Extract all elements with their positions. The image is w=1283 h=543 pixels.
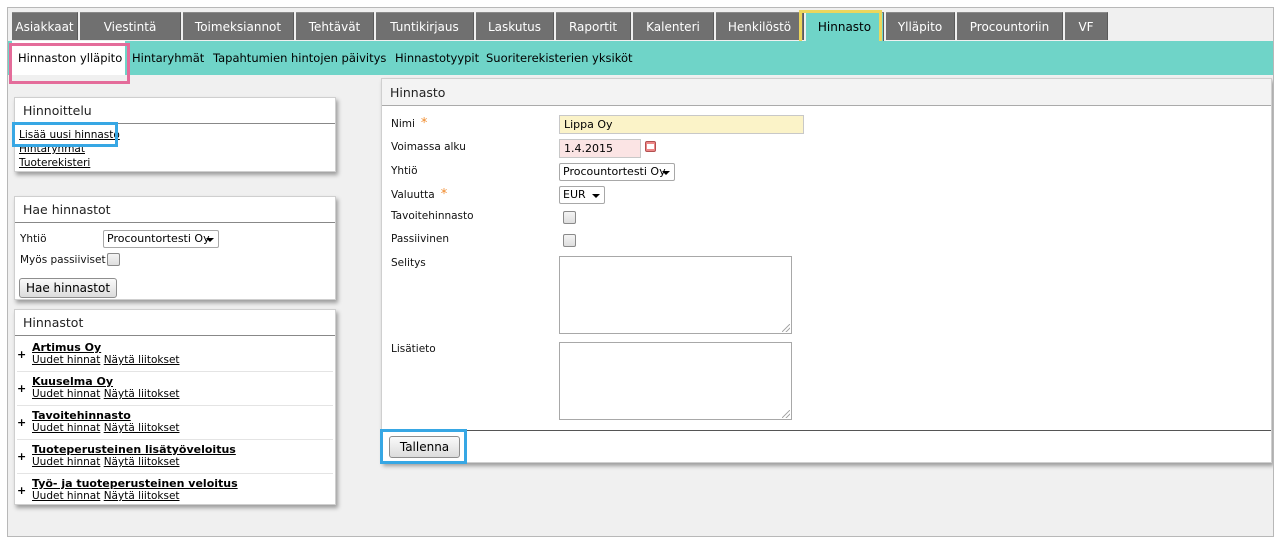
target-pricelist-label: Tavoitehinnasto [391,210,474,222]
currency-label: Valuutta * [391,187,448,202]
add-new-pricelist-link[interactable]: Lisää uusi hinnasto [19,129,120,141]
subnav-hintaryhmat[interactable]: Hintaryhmät [132,41,204,75]
search-panel-title: Hae hinnastot [15,197,335,223]
sub-navigation: Hinnaston ylläpito Hintaryhmät Tapahtumi… [8,41,1273,75]
required-icon: * [420,116,428,131]
resize-grip-icon[interactable] [782,410,790,418]
tab-asiakkaat[interactable]: Asiakkaat [12,12,78,40]
product-register-link[interactable]: Tuoterekisteri [19,157,90,169]
required-icon: * [440,187,448,202]
pricelist-name[interactable]: Tavoitehinnasto [32,409,131,422]
subnav-hinnaston-yllapito[interactable]: Hinnaston ylläpito [12,41,125,75]
new-prices-link[interactable]: Uudet hinnat [32,422,100,434]
company-form-select[interactable]: Procountortesti Oy [559,163,675,181]
tab-toimeksiannot[interactable]: Toimeksiannot [183,12,294,40]
valid-from-label: Voimassa alku [391,141,466,153]
show-links-link[interactable]: Näytä liitokset [104,490,180,502]
divider [17,405,333,406]
company-select-value: Procountortesti Oy [107,232,210,245]
pricelists-title: Hinnastot [15,310,335,336]
tab-raportit[interactable]: Raportit [556,12,631,40]
tab-yllapito[interactable]: Ylläpito [886,12,955,40]
search-pricelists-button[interactable]: Hae hinnastot [19,278,117,298]
company-form-label: Yhtiö [391,165,418,177]
passive-checkbox[interactable] [107,253,120,266]
pricelist-name[interactable]: Kuuselma Oy [32,375,113,388]
expand-icon[interactable]: + [17,382,26,395]
subnav-tapahtumien-hintojen-paivitys[interactable]: Tapahtumien hintojen päivitys [213,41,386,75]
new-prices-link[interactable]: Uudet hinnat [32,388,100,400]
expand-icon[interactable]: + [17,484,26,497]
pricelist-form-panel: Hinnasto Nimi * Lippa Oy Voimassa alku 1.… [381,78,1272,463]
form-footer-divider [382,430,1271,431]
description-textarea[interactable] [559,256,792,334]
tab-henkilosto[interactable]: Henkilöstö [716,12,804,40]
target-pricelist-checkbox[interactable] [563,211,576,224]
tab-tehtavat[interactable]: Tehtävät [296,12,374,40]
new-prices-link[interactable]: Uudet hinnat [32,354,100,366]
company-select[interactable]: Procountortesti Oy [103,230,219,248]
company-label: Yhtiö [20,233,47,245]
divider [17,473,333,474]
tab-viestinta[interactable]: Viestintä [80,12,181,40]
new-prices-link[interactable]: Uudet hinnat [32,456,100,468]
passive-label: Myös passiiviset [20,254,106,266]
show-links-link[interactable]: Näytä liitokset [104,422,180,434]
pricelist-name[interactable]: Artimus Oy [32,341,101,354]
tab-procountoriin[interactable]: Procountoriin [957,12,1063,40]
currency-select-value: EUR [563,188,586,201]
chevron-down-icon [206,238,214,242]
tab-vf[interactable]: VF [1065,12,1108,40]
additional-info-textarea[interactable] [559,342,792,420]
save-button[interactable]: Tallenna [389,436,460,458]
hinnoittelu-panel: Hinnoittelu Lisää uusi hinnasto Hintaryh… [14,97,336,172]
expand-icon[interactable]: + [17,348,26,361]
divider [17,439,333,440]
description-label: Selitys [391,257,426,269]
show-links-link[interactable]: Näytä liitokset [104,354,180,366]
search-pricelists-panel: Hae hinnastot Yhtiö Procountortesti Oy M… [14,196,336,300]
currency-select[interactable]: EUR [559,186,605,204]
tab-tuntikirjaus[interactable]: Tuntikirjaus [376,12,474,40]
tab-laskutus[interactable]: Laskutus [476,12,554,40]
subnav-suoriterekisterien-yksikot[interactable]: Suoriterekisterien yksiköt [486,41,633,75]
company-form-select-value: Procountortesti Oy [563,165,666,178]
passive-form-label: Passiivinen [391,233,449,245]
resize-grip-icon[interactable] [782,324,790,332]
app-frame: Asiakkaat Viestintä Toimeksiannot Tehtäv… [7,7,1274,537]
additional-info-label: Lisätieto [391,343,436,355]
expand-icon[interactable]: + [17,450,26,463]
pricelist-name[interactable]: Tuoteperusteinen lisätyöveloitus [32,443,236,456]
new-prices-link[interactable]: Uudet hinnat [32,490,100,502]
pricelist-name[interactable]: Työ- ja tuoteperusteinen veloitus [32,477,238,490]
show-links-link[interactable]: Näytä liitokset [104,388,180,400]
expand-icon[interactable]: + [17,416,26,429]
hinnoittelu-title: Hinnoittelu [15,98,335,124]
divider [17,371,333,372]
pricelists-panel: Hinnastot + Artimus Oy Uudet hinnat Näyt… [14,309,336,505]
name-input[interactable]: Lippa Oy [559,115,804,134]
tab-hinnasto[interactable]: Hinnasto [806,12,884,42]
chevron-down-icon [662,171,670,175]
chevron-down-icon [592,194,600,198]
subnav-hinnastotyypit[interactable]: Hinnastotyypit [395,41,479,75]
form-title: Hinnasto [382,79,1271,106]
passive-form-checkbox[interactable] [563,234,576,247]
calendar-icon[interactable] [645,141,656,152]
tab-kalenteri[interactable]: Kalenteri [633,12,714,40]
valid-from-input[interactable]: 1.4.2015 [559,139,641,158]
name-label: Nimi * [391,116,428,131]
show-links-link[interactable]: Näytä liitokset [104,456,180,468]
price-groups-link[interactable]: Hintaryhmät [19,143,85,155]
